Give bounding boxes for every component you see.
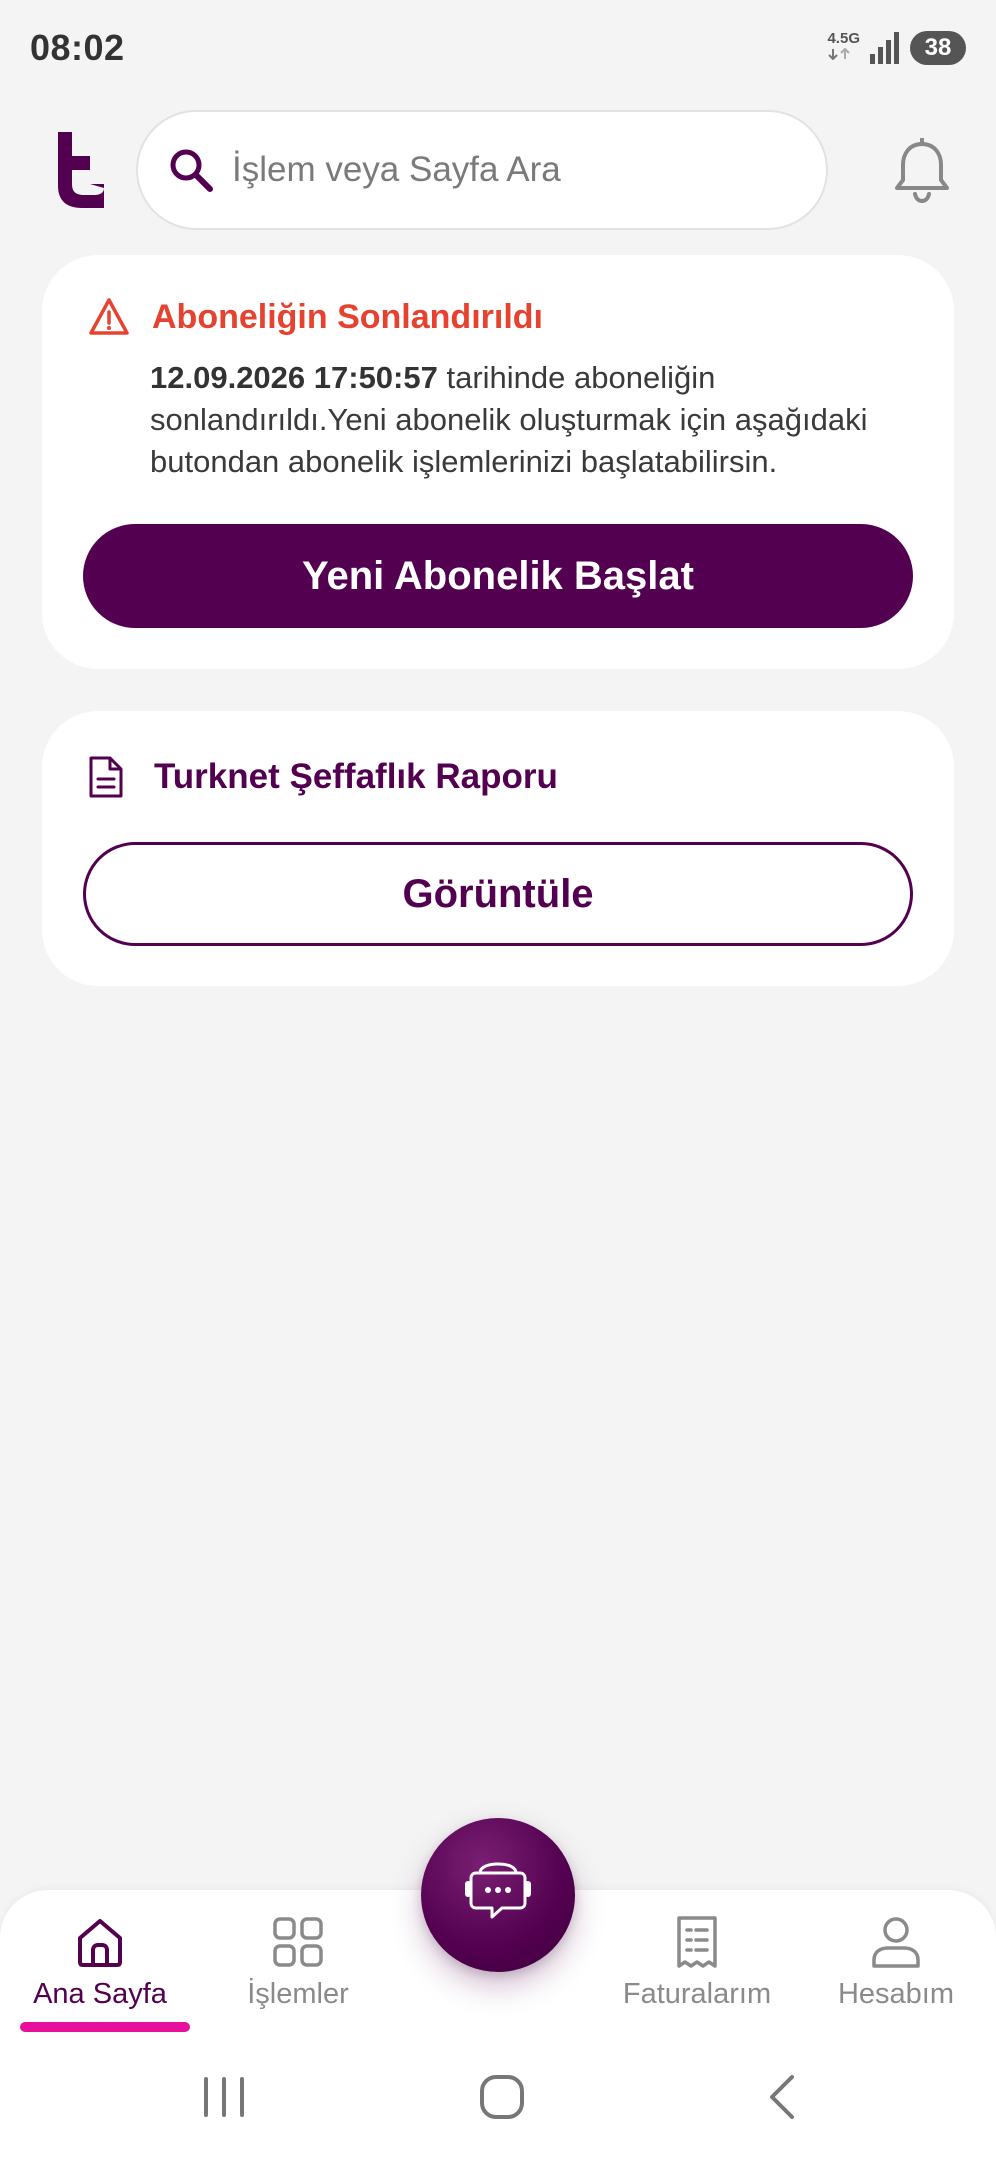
data-arrows-icon: [828, 47, 851, 60]
user-icon: [872, 1917, 920, 1968]
back-icon[interactable]: [760, 2075, 808, 2119]
home-icon: [78, 1919, 122, 1967]
nav-label-transactions: İşlemler: [247, 1978, 349, 2010]
status-time: 08:02: [30, 26, 125, 68]
home-system-icon[interactable]: [478, 2075, 526, 2119]
system-navigation-bar: [0, 2035, 996, 2160]
nav-label-account: Hesabım: [837, 1978, 955, 2010]
chat-support-icon: [465, 1862, 531, 1919]
alert-message: 12.09.2026 17:50:57 tarihinde aboneliğin…: [150, 357, 930, 483]
network-indicator: 4.5G: [827, 29, 860, 65]
search-icon: [170, 149, 213, 192]
document-icon: [89, 756, 123, 798]
report-title: Turknet Şeffaflık Raporu: [154, 757, 558, 796]
grid-icon: [273, 1917, 323, 1967]
receipt-icon: [677, 1916, 717, 1968]
alert-message-line2: sonlandırıldı.Yeni abonelik oluşturmak i…: [150, 402, 868, 437]
subscription-ended-card: Aboneliğin Sonlandırıldı 12.09.2026 17:5…: [42, 255, 954, 669]
nav-item-account[interactable]: Hesabım: [796, 1890, 996, 2035]
start-new-subscription-button[interactable]: Yeni Abonelik Başlat: [83, 524, 913, 628]
report-title-row: Turknet Şeffaflık Raporu: [88, 755, 558, 799]
signal-icon: [870, 31, 899, 64]
nav-label-home: Ana Sayfa: [33, 1978, 167, 2010]
termination-date: 12.09.2026 17:50:57: [150, 360, 438, 395]
search-input[interactable]: [232, 150, 792, 190]
view-report-button[interactable]: Görüntüle: [83, 842, 913, 946]
app-header: [0, 110, 996, 232]
alert-message-line3: butondan abonelik işlemlerinizi başlatab…: [150, 444, 778, 479]
search-bar[interactable]: [136, 110, 828, 230]
turknet-logo-icon[interactable]: [50, 132, 110, 208]
battery-icon: 38: [910, 30, 966, 65]
chat-support-button[interactable]: [421, 1818, 575, 1972]
warning-icon: [89, 298, 129, 335]
nav-label-invoices: Faturalarım: [622, 1978, 772, 2010]
active-tab-indicator: [20, 2022, 190, 2032]
transparency-report-card: Turknet Şeffaflık Raporu Görüntüle: [42, 711, 954, 986]
nav-item-home[interactable]: Ana Sayfa: [0, 1890, 200, 2035]
alert-message-line1: tarihinde aboneliğin: [437, 360, 716, 395]
network-type: 4.5G: [827, 29, 860, 47]
alert-title: Aboneliğin Sonlandırıldı: [152, 297, 543, 336]
status-icons: 4.5G 38: [827, 29, 966, 65]
status-bar: 08:02 4.5G 38: [0, 0, 996, 95]
alert-title-row: Aboneliğin Sonlandırıldı: [88, 297, 543, 337]
nav-item-invoices[interactable]: Faturalarım: [597, 1890, 797, 2035]
recent-apps-icon[interactable]: [200, 2075, 248, 2119]
bell-icon[interactable]: [892, 138, 952, 204]
nav-item-transactions[interactable]: İşlemler: [198, 1890, 398, 2035]
